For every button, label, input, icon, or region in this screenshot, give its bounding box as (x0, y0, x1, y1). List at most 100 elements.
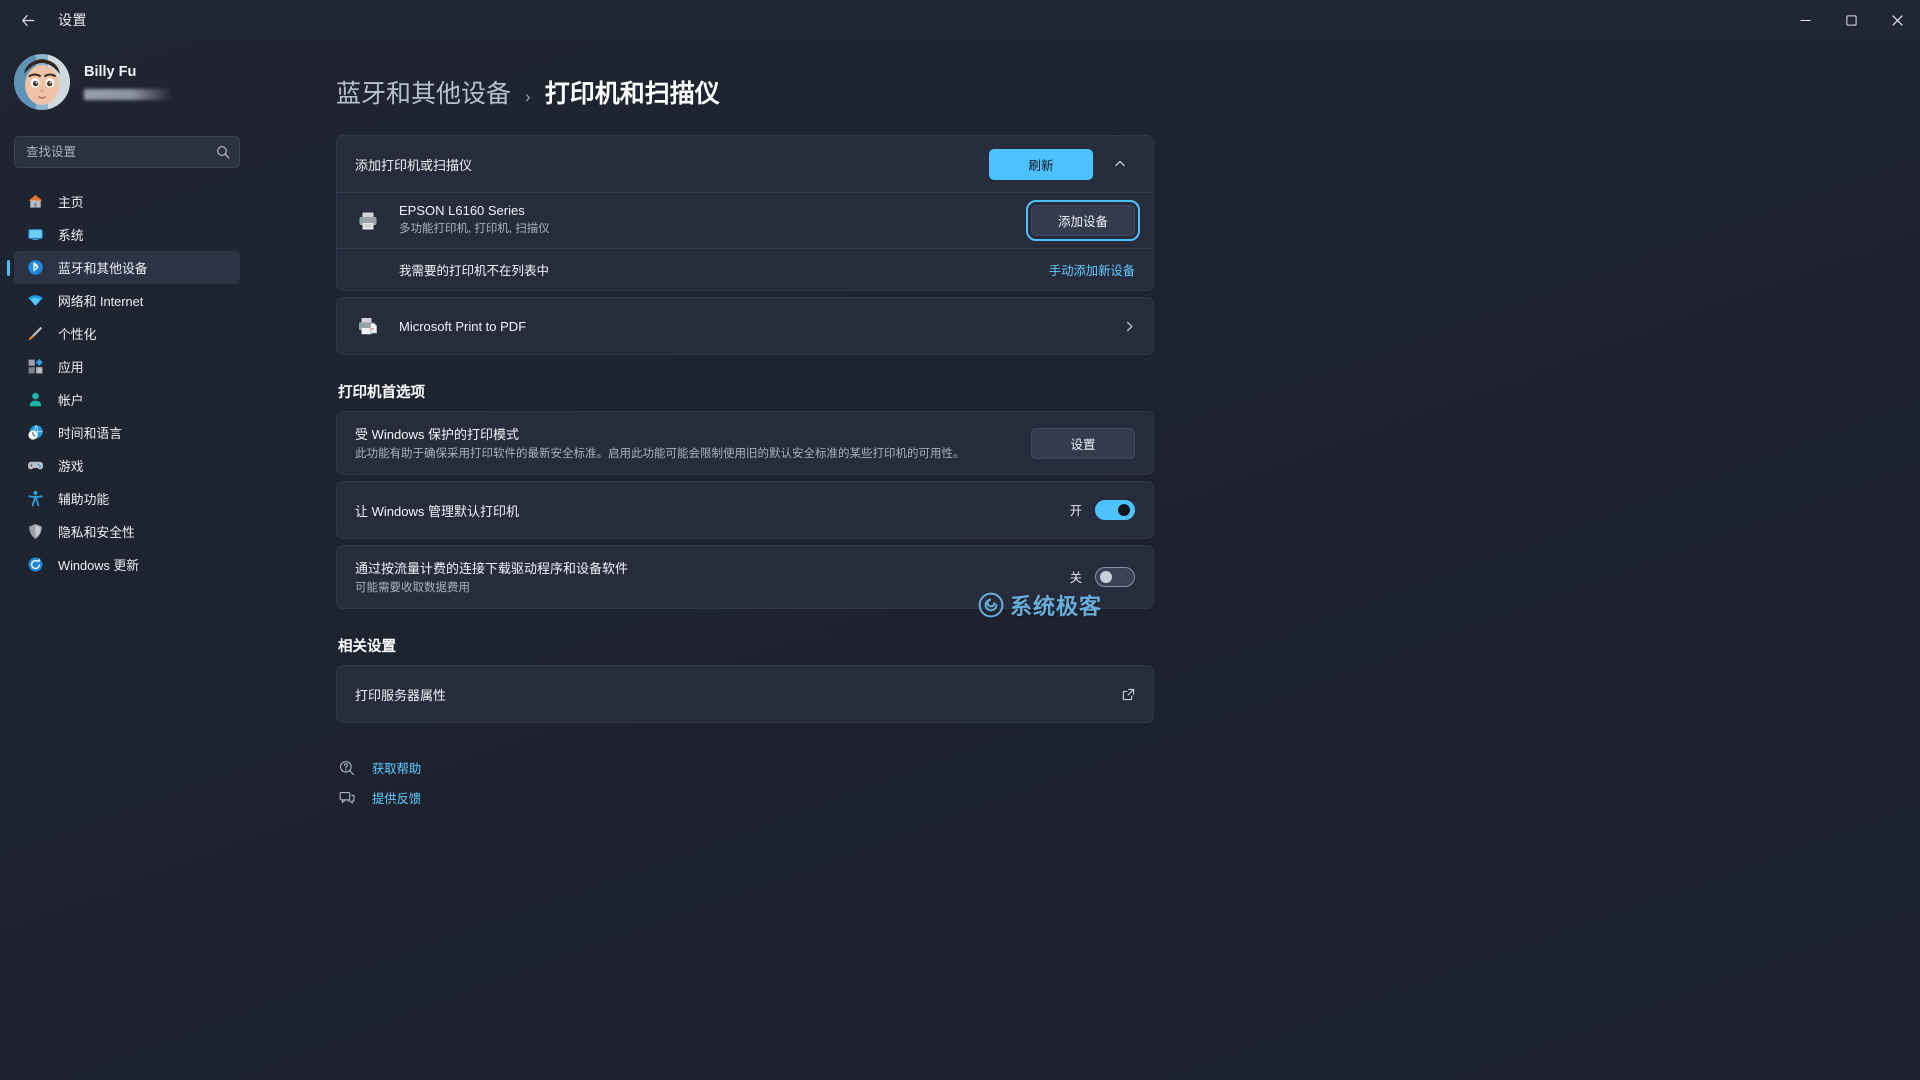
maximize-button[interactable] (1828, 0, 1874, 40)
privacy-security-icon (27, 523, 44, 540)
search-input[interactable] (26, 145, 216, 159)
maximize-icon (1845, 14, 1857, 26)
give-feedback-row[interactable]: 提供反馈 (338, 783, 1154, 813)
installed-printer-card[interactable]: P Microsoft Print to PDF (336, 297, 1154, 355)
back-button[interactable] (6, 4, 50, 36)
sidebar-item-network[interactable]: 网络和 Internet (14, 284, 240, 317)
sidebar-item-bluetooth-devices[interactable]: 蓝牙和其他设备 (14, 251, 240, 284)
avatar-image (14, 54, 70, 110)
manage-default-printer-row: 让 Windows 管理默认打印机 开 (337, 482, 1153, 538)
print-to-pdf-icon: P (355, 315, 381, 337)
sidebar-item-windows-update[interactable]: Windows 更新 (14, 548, 240, 581)
close-icon (1891, 14, 1903, 26)
account-text: Billy Fu (84, 64, 172, 100)
sidebar-item-personalization[interactable]: 个性化 (14, 317, 240, 350)
metered-download-row: 通过按流量计费的连接下载驱动程序和设备软件 可能需要收取数据费用 关 (337, 546, 1153, 608)
settings-window: 设置 Billy Fu 查找设置 主页 系统 蓝牙和其他设备 网络和 Inter… (0, 0, 1920, 1080)
manage-default-printer-title: 让 Windows 管理默认打印机 (355, 503, 519, 519)
network-icon (27, 292, 44, 309)
sidebar-item-accounts[interactable]: 帐户 (14, 383, 240, 416)
account-profile[interactable]: Billy Fu (0, 40, 328, 120)
sidebar-item-privacy-security[interactable]: 隐私和安全性 (14, 515, 240, 548)
personalization-icon (27, 325, 44, 342)
refresh-button[interactable]: 刷新 (989, 148, 1093, 180)
breadcrumb-current: 打印机和扫描仪 (544, 80, 720, 108)
protected-print-mode-desc: 此功能有助于确保采用打印软件的最新安全标准。启用此功能可能会限制使用旧的默认安全… (355, 447, 965, 460)
avatar (14, 54, 70, 110)
discovered-printer-subtitle: 多功能打印机, 打印机, 扫描仪 (399, 223, 550, 236)
add-printer-header: 添加打印机或扫描仪 刷新 (337, 136, 1153, 192)
breadcrumb: 蓝牙和其他设备 › 打印机和扫描仪 (328, 40, 1920, 110)
chevron-up-icon (1115, 160, 1125, 167)
add-device-button[interactable]: 添加设备 (1026, 200, 1140, 241)
add-printer-card: 添加打印机或扫描仪 刷新 EPSON L6160 Series 多功能打印机, … (336, 135, 1154, 291)
breadcrumb-parent[interactable]: 蓝牙和其他设备 (336, 74, 511, 110)
protected-print-mode-settings-button[interactable]: 设置 (1031, 427, 1135, 459)
sidebar-item-label: 主页 (58, 195, 84, 210)
sidebar-item-label: 时间和语言 (58, 426, 122, 441)
metered-download-title: 通过按流量计费的连接下载驱动程序和设备软件 (355, 560, 629, 576)
svg-text:P: P (371, 327, 374, 332)
manage-default-printer-state: 开 (1069, 504, 1082, 518)
give-feedback-link[interactable]: 提供反馈 (372, 789, 421, 807)
sidebar-item-label: 蓝牙和其他设备 (58, 261, 148, 276)
protected-print-mode-row: 受 Windows 保护的打印模式 此功能有助于确保采用打印软件的最新安全标准。… (337, 412, 1153, 474)
manage-default-printer-toggle[interactable] (1095, 500, 1135, 520)
sidebar-item-apps[interactable]: 应用 (14, 350, 240, 383)
system-icon (27, 226, 44, 243)
print-server-properties-label: 打印服务器属性 (355, 687, 447, 703)
help-icon (338, 760, 355, 776)
protected-print-mode-title: 受 Windows 保护的打印模式 (355, 426, 519, 442)
get-help-row[interactable]: 获取帮助 (338, 753, 1154, 783)
protected-print-mode-card: 受 Windows 保护的打印模式 此功能有助于确保采用打印软件的最新安全标准。… (336, 411, 1154, 475)
get-help-link[interactable]: 获取帮助 (372, 759, 421, 777)
footer-links: 获取帮助 提供反馈 (338, 753, 1154, 813)
metered-download-card: 通过按流量计费的连接下载驱动程序和设备软件 可能需要收取数据费用 关 (336, 545, 1154, 609)
chevron-right-icon (1112, 321, 1135, 332)
minimize-icon (1800, 19, 1810, 21)
collapse-toggle-button[interactable] (1105, 149, 1135, 179)
sidebar-item-label: 个性化 (58, 327, 97, 342)
close-button[interactable] (1874, 0, 1920, 40)
sidebar-item-label: 系统 (58, 228, 84, 243)
sidebar-item-system[interactable]: 系统 (14, 218, 240, 251)
print-server-properties-card[interactable]: 打印服务器属性 (336, 665, 1154, 723)
related-settings-heading: 相关设置 (338, 639, 396, 655)
sidebar-item-label: 应用 (58, 360, 84, 375)
search-settings-box[interactable] (14, 136, 240, 168)
sidebar-item-gaming[interactable]: 游戏 (14, 449, 240, 482)
installed-printer-row[interactable]: P Microsoft Print to PDF (337, 298, 1153, 354)
add-device-manually-link[interactable]: 手动添加新设备 (1049, 261, 1135, 279)
accounts-icon (27, 391, 44, 408)
content-area: 蓝牙和其他设备 › 打印机和扫描仪 添加打印机或扫描仪 刷新 EPSON L61… (328, 40, 1920, 1080)
apps-icon (27, 358, 44, 375)
metered-download-toggle[interactable] (1095, 567, 1135, 587)
discovered-printer-row: EPSON L6160 Series 多功能打印机, 打印机, 扫描仪 添加设备 (337, 192, 1153, 248)
manage-default-printer-card: 让 Windows 管理默认打印机 开 (336, 481, 1154, 539)
sidebar-item-home[interactable]: 主页 (14, 185, 240, 218)
metered-download-desc: 可能需要收取数据费用 (355, 581, 470, 594)
windows-update-icon (27, 556, 44, 573)
add-printer-title: 添加打印机或扫描仪 (355, 157, 473, 173)
time-language-icon (27, 424, 44, 441)
print-server-properties-row[interactable]: 打印服务器属性 (337, 666, 1153, 722)
minimize-button[interactable] (1782, 0, 1828, 40)
toggle-knob (1100, 571, 1112, 583)
sidebar-item-time-language[interactable]: 时间和语言 (14, 416, 240, 449)
metered-download-state: 关 (1069, 571, 1082, 585)
printer-icon (355, 210, 381, 232)
title-bar: 设置 (0, 0, 1920, 40)
back-arrow-icon (21, 14, 34, 26)
sidebar-item-accessibility[interactable]: 辅助功能 (14, 482, 240, 515)
discovered-printer-name: EPSON L6160 Series (399, 203, 525, 219)
sidebar-item-label: Windows 更新 (58, 558, 140, 573)
sidebar-item-label: 隐私和安全性 (58, 525, 135, 540)
home-icon (27, 193, 44, 210)
sidebar-item-label: 辅助功能 (58, 492, 110, 507)
feedback-icon (338, 790, 355, 806)
accessibility-icon (27, 490, 44, 507)
printer-not-listed-label: 我需要的打印机不在列表中 (399, 264, 550, 278)
sidebar-item-label: 游戏 (58, 459, 84, 474)
account-email-redacted (84, 88, 172, 100)
gaming-icon (27, 457, 44, 474)
